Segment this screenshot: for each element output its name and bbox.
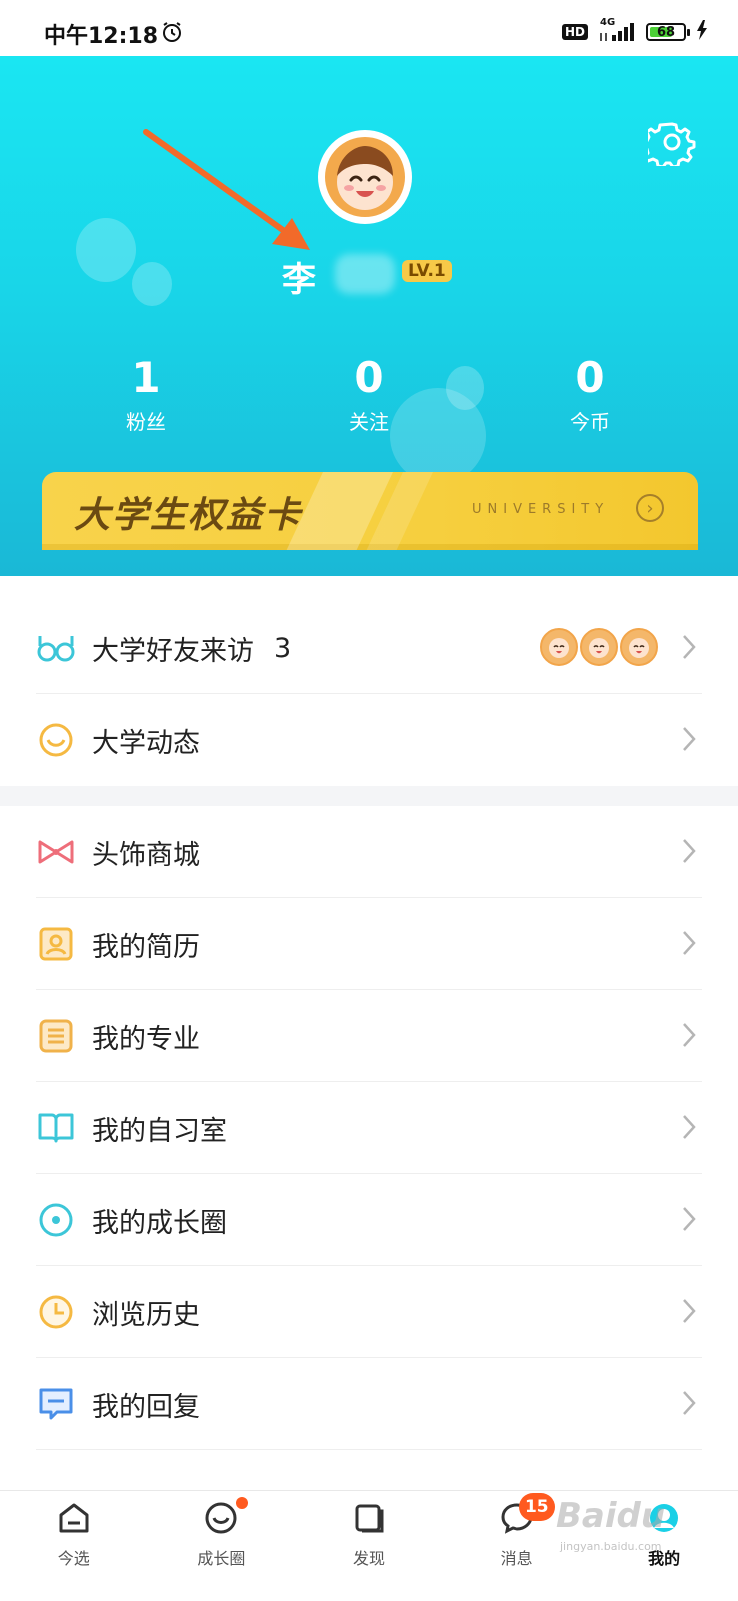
battery-indicator: 68 [646,23,690,41]
discover-icon [352,1501,386,1539]
stat-coins[interactable]: 0 今币 [520,354,660,435]
section-personal: 头饰商城 我的简历 我的专业 我的自习室 我的成长圈 浏览历史 我的回复 [0,806,738,1450]
stat-fans[interactable]: 1 粉丝 [76,354,216,435]
stat-coins-value: 0 [575,353,605,402]
row-my-replies[interactable]: 我的回复 [0,1358,738,1450]
visit-count: 3 [274,632,292,664]
major-icon [36,1016,76,1056]
row-university-feed[interactable]: 大学动态 [0,694,738,786]
section-university: 大学好友来访 3 大学动态 [0,602,738,786]
bow-icon [36,832,76,872]
nav-growth-circle[interactable]: 成长圈 [148,1491,296,1601]
row-headwear-shop[interactable]: 头饰商城 [0,806,738,898]
university-benefit-card[interactable]: 大学生权益卡 UNIVERSITY › [42,472,698,550]
stat-following-label: 关注 [349,410,389,434]
user-avatar[interactable] [318,130,412,224]
stat-fans-label: 粉丝 [126,410,166,434]
profile-header: 李 LV.1 1 粉丝 0 关注 0 今币 大学生权益卡 UNIVERSITY … [0,56,738,576]
row-label: 大学好友来访 [92,635,254,667]
stat-coins-label: 今币 [570,410,610,434]
resume-icon [36,924,76,964]
nav-label: 发现 [352,1549,385,1568]
level-badge[interactable]: LV.1 [402,260,452,282]
clock-icon [36,1292,76,1332]
chevron-right-icon [682,1298,696,1328]
chevron-right-icon [682,1206,696,1236]
baidu-watermark: Baidu [556,1496,666,1536]
visitor-avatar [540,628,578,666]
stat-fans-value: 1 [131,353,161,402]
glasses-icon [36,628,76,668]
row-label: 头饰商城 [92,839,200,871]
signal-icon: 4G [598,17,636,43]
nav-label: 成长圈 [197,1549,246,1568]
chevron-right-icon [682,1114,696,1144]
nav-discover[interactable]: 发现 [295,1491,443,1601]
notification-dot [235,1497,248,1509]
chevron-right-icon [682,634,696,664]
stat-following-value: 0 [354,353,384,402]
username: 李 [282,260,318,300]
visitor-avatar [580,628,618,666]
visitor-avatars [540,628,658,666]
charging-icon [696,20,708,44]
nav-label: 消息 [500,1549,533,1568]
circle-icon [36,1200,76,1240]
status-time: 中午12:18 [44,24,159,49]
message-icon [36,1384,76,1424]
stat-following[interactable]: 0 关注 [299,354,439,435]
row-label: 浏览历史 [92,1299,200,1331]
nav-label: 今选 [57,1549,90,1568]
book-icon [36,1108,76,1148]
chevron-right-icon [682,838,696,868]
row-label: 我的专业 [92,1023,200,1055]
row-browse-history[interactable]: 浏览历史 [0,1266,738,1358]
chevron-right-icon [682,1022,696,1052]
row-friend-visits[interactable]: 大学好友来访 3 [0,602,738,694]
card-title: 大学生权益卡 [74,495,303,536]
home-icon [57,1501,91,1539]
settings-gear-icon[interactable] [640,118,696,169]
chevron-right-icon [682,726,696,756]
smile-icon [36,720,76,760]
row-label: 我的自习室 [92,1115,227,1147]
visitor-avatar [620,628,658,666]
row-my-major[interactable]: 我的专业 [0,990,738,1082]
row-label: 我的简历 [92,931,200,963]
row-label: 我的成长圈 [92,1207,227,1239]
status-bar: 中午12:18 HD 4G 68 [0,0,738,56]
row-my-resume[interactable]: 我的简历 [0,898,738,990]
nav-today[interactable]: 今选 [0,1491,148,1601]
growth-icon [204,1501,238,1539]
card-arrow-icon: › [636,494,664,522]
row-label: 大学动态 [92,727,200,759]
card-subtitle: UNIVERSITY [472,502,610,517]
watermark-url: jingyan.baidu.com [560,1540,662,1553]
name-blur-mask [335,254,395,294]
message-count-badge: 15 [518,1493,555,1521]
row-my-growth-circle[interactable]: 我的成长圈 [0,1174,738,1266]
alarm-icon [160,20,184,48]
section-divider [0,786,738,806]
hd-badge: HD [561,24,588,40]
chevron-right-icon [682,930,696,960]
battery-level: 68 [656,24,676,40]
row-my-study-room[interactable]: 我的自习室 [0,1082,738,1174]
chevron-right-icon [682,1390,696,1420]
row-label: 我的回复 [92,1391,200,1423]
